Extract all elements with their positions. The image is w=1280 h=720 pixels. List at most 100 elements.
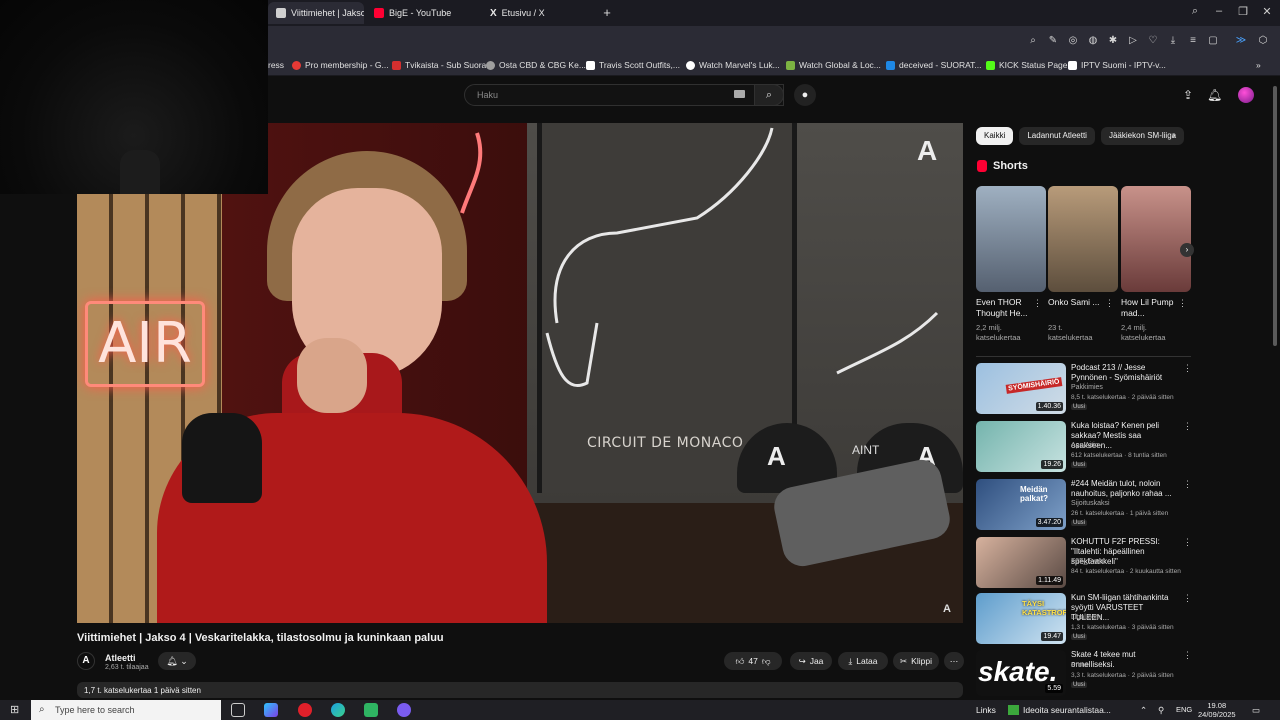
more-vertical-icon[interactable]: ⋮ — [1105, 298, 1114, 309]
bookmark-item[interactable]: Watch Marvel's Luk... — [686, 60, 780, 70]
menu-icon[interactable]: ≡ — [1187, 35, 1199, 47]
short-title[interactable]: Even THOR Thought He... — [976, 297, 1032, 319]
bookmark-item[interactable]: Osta CBD & CBG Ke... — [486, 60, 586, 70]
play-icon[interactable]: ▷ — [1127, 35, 1139, 47]
more-vertical-icon[interactable]: ⋮ — [1183, 421, 1192, 432]
keyboard-icon[interactable] — [734, 90, 745, 98]
page-scrollbar[interactable] — [1272, 76, 1278, 696]
bookmark-item[interactable]: Pro membership - G... — [292, 60, 389, 70]
camera-icon[interactable]: ◎ — [1067, 35, 1079, 47]
channel-avatar[interactable]: A — [77, 652, 95, 670]
short-title[interactable]: How Lil Pump mad... — [1121, 297, 1177, 319]
windows-start-icon[interactable]: ⊞ — [10, 704, 22, 716]
extension-icon[interactable]: ✱ — [1107, 35, 1119, 47]
list-item[interactable]: 1.11.49 KOHUTTU F2F PRESSI: "Iltalehti: … — [976, 537, 1192, 591]
short-thumbnail[interactable] — [1048, 186, 1118, 292]
cube-icon[interactable]: ⬡ — [1257, 35, 1269, 47]
tab-bige-youtube[interactable]: BigE - YouTube — [366, 2, 478, 24]
video-thumbnail[interactable]: TÄYSI KATASTROFI 19.47 — [976, 593, 1066, 644]
tab-viittimiehet[interactable]: Viittimiehet | Jakso 4 | — [268, 2, 364, 24]
upload-icon[interactable]: ⇪ — [1181, 88, 1195, 102]
bookmark-item[interactable]: deceived - SUORAT... — [886, 60, 982, 70]
bookmark-item[interactable]: Watch Global & Loc... — [786, 60, 881, 70]
short-thumbnail[interactable] — [976, 186, 1046, 292]
bookmark-item[interactable]: IPTV Suomi - IPTV-v... — [1068, 60, 1166, 70]
more-vertical-icon[interactable]: ⋮ — [1183, 650, 1192, 661]
opera-icon[interactable] — [298, 703, 312, 717]
heart-icon[interactable]: ♡ — [1147, 35, 1159, 47]
network-icon[interactable]: ⚲ — [1158, 705, 1164, 716]
more-vertical-icon[interactable]: ⋮ — [1183, 363, 1192, 374]
video-thumbnail[interactable]: 1.11.49 — [976, 537, 1066, 588]
list-item[interactable]: TÄYSI KATASTROFI 19.47 Kun SM-liigan täh… — [976, 593, 1192, 647]
download-icon[interactable]: ⤓ — [1167, 35, 1179, 47]
channel-name[interactable]: Sijoituskaksi — [1071, 500, 1110, 507]
short-title[interactable]: Onko Sami ... — [1048, 297, 1104, 308]
chip-uploaded-by[interactable]: Ladannut Atleetti — [1019, 127, 1095, 145]
video-player[interactable]: AIR CIRCUIT DE MONACO A AINT A A A — [77, 123, 963, 623]
maximize-icon[interactable]: ❐ — [1233, 5, 1253, 18]
scrollbar-thumb[interactable] — [1273, 86, 1277, 346]
channel-name[interactable]: Ligal.com — [1071, 614, 1101, 621]
video-thumbnail[interactable]: SYÖMISHÄIRIÖ 1.40.36 — [976, 363, 1066, 414]
bookmark-item[interactable]: ress — [268, 60, 284, 70]
video-thumbnail[interactable]: Meidän palkat? 3.47.20 — [976, 479, 1066, 530]
chevron-up-icon[interactable]: ⌃ — [1140, 705, 1147, 716]
bell-icon[interactable]: 🔔︎ — [1207, 88, 1222, 102]
more-actions-button[interactable]: ⋯ — [944, 652, 964, 670]
spreadsheet-icon[interactable] — [364, 703, 378, 717]
edge-icon[interactable] — [331, 703, 345, 717]
links-toolbar[interactable]: Links — [976, 705, 996, 715]
video-thumbnail[interactable]: 19.26 — [976, 421, 1066, 472]
taskbar-search-input[interactable]: ⌕ Type here to search — [31, 700, 221, 720]
video-title[interactable]: #244 Meidän tulot, noloin nauhoitus, pal… — [1071, 479, 1181, 499]
list-item[interactable]: SYÖMISHÄIRIÖ 1.40.36 Podcast 213 // Jess… — [976, 363, 1192, 417]
chip-all[interactable]: Kaikki — [976, 127, 1014, 145]
list-item[interactable]: Meidän palkat? 3.47.20 #244 Meidän tulot… — [976, 479, 1192, 533]
chevron-right-icon[interactable]: › — [1180, 243, 1194, 257]
bookmark-item[interactable]: Tvikaista - Sub Suora — [392, 60, 486, 70]
notifications-icon[interactable]: ▭ — [1252, 705, 1260, 716]
channel-name[interactable]: Atleetti — [105, 653, 136, 663]
notification-item[interactable]: Ideoita seurantalistaa... — [1008, 705, 1111, 715]
like-dislike-button[interactable]: 👍︎ 47 👎︎ — [724, 652, 782, 670]
list-item[interactable]: 19.26 Kuka loistaa? Kenen peli sakkaa? M… — [976, 421, 1192, 475]
short-thumbnail[interactable] — [1121, 186, 1191, 292]
share-button[interactable]: ↪ Jaa — [790, 652, 832, 670]
ai-icon[interactable]: ≫ — [1235, 35, 1247, 47]
more-vertical-icon[interactable]: ⋮ — [1178, 298, 1187, 309]
video-title[interactable]: Podcast 213 // Jesse Pynnönen - Syömishä… — [1071, 363, 1181, 383]
search-tabs-icon[interactable]: ⌕ — [1185, 5, 1205, 18]
bookmark-item[interactable]: Travis Scott Outfits,... — [586, 60, 680, 70]
messenger-icon[interactable] — [397, 703, 411, 717]
language-indicator[interactable]: ENG — [1176, 705, 1192, 714]
close-icon[interactable]: ✕ — [1257, 5, 1277, 18]
new-tab-button[interactable]: + — [600, 6, 614, 20]
channel-name[interactable]: Pakkimies — [1071, 384, 1103, 391]
download-button[interactable]: ⤓ Lataa — [838, 652, 888, 670]
chevron-right-icon[interactable]: › — [1172, 130, 1175, 141]
channel-name[interactable]: Apu Aitio — [1071, 442, 1099, 449]
edit-icon[interactable]: ✎ — [1047, 35, 1059, 47]
subscription-bell-button[interactable]: 🔔︎ ⌄ — [158, 652, 196, 670]
shield-icon[interactable]: ◍ — [1087, 35, 1099, 47]
app-icon[interactable] — [264, 703, 278, 717]
more-vertical-icon[interactable]: ⋮ — [1033, 298, 1042, 309]
channel-name[interactable]: Proto — [1071, 662, 1088, 669]
more-vertical-icon[interactable]: ⋮ — [1183, 537, 1192, 548]
clip-button[interactable]: ✂ Klippi — [893, 652, 939, 670]
tab-x-home[interactable]: X Etusivu / X — [482, 2, 592, 24]
bookmark-item[interactable]: KICK Status Page — [986, 60, 1068, 70]
list-item[interactable]: skate. 5.59 Skate 4 tekee mut onnellisek… — [976, 650, 1192, 696]
zoom-icon[interactable]: ⌕ — [1027, 35, 1039, 47]
bookmarks-overflow-icon[interactable]: » — [1256, 60, 1261, 70]
more-vertical-icon[interactable]: ⋮ — [1183, 479, 1192, 490]
wallet-icon[interactable]: ▢ — [1207, 35, 1219, 47]
avatar[interactable] — [1238, 87, 1254, 103]
search-button[interactable]: ⌕ — [754, 84, 784, 106]
clock[interactable]: 19.08 24/09/2025 — [1198, 701, 1236, 719]
microphone-icon[interactable]: ● — [794, 84, 816, 106]
more-vertical-icon[interactable]: ⋮ — [1183, 593, 1192, 604]
description-box[interactable]: 1,7 t. katselukertaa 1 päivä sitten — [77, 682, 963, 698]
channel-name[interactable]: F2F_Event — [1071, 558, 1105, 565]
